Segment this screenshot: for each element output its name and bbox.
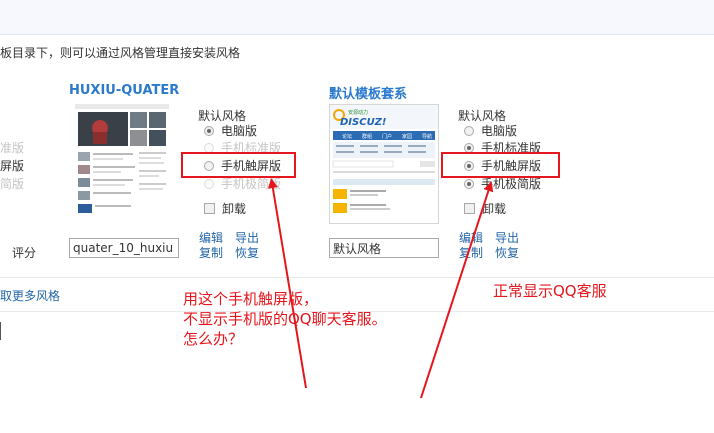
arrow-to-theme1-touch (267, 178, 307, 389)
annotation-arrows (267, 178, 494, 399)
arrow-to-theme2-touch (420, 181, 494, 399)
